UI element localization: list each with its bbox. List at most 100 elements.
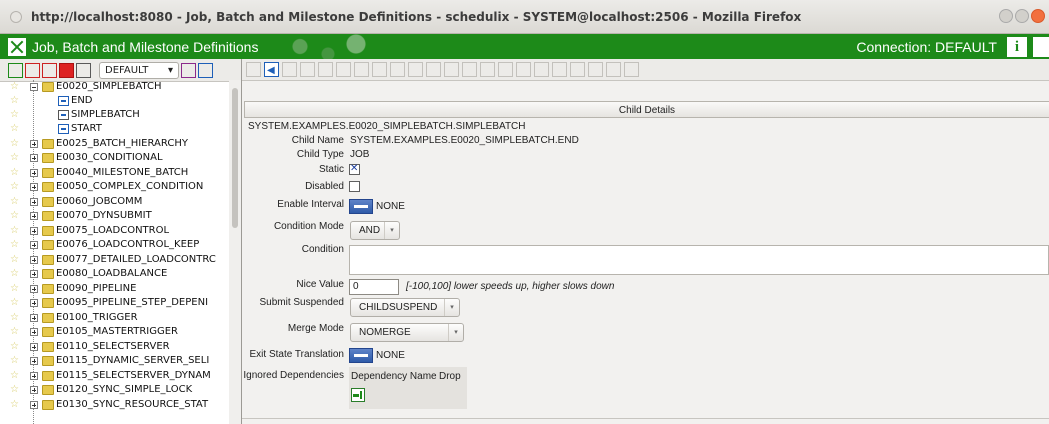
expand-icon[interactable] — [30, 227, 38, 235]
expand-icon[interactable] — [30, 343, 38, 351]
expand-icon[interactable] — [30, 198, 38, 206]
merge-mode-select[interactable]: NOMERGE ▾ — [350, 323, 464, 342]
edit-icon[interactable] — [570, 62, 585, 77]
window-icon[interactable] — [606, 62, 621, 77]
table-icon[interactable] — [408, 62, 423, 77]
tree-item[interactable]: ☆ E0040_MILESTONE_BATCH — [0, 166, 229, 180]
expand-icon[interactable] — [30, 270, 38, 278]
expand-icon[interactable] — [30, 169, 38, 177]
tree-item[interactable]: ☆ E0025_BATCH_HIERARCHY — [0, 137, 229, 151]
lock-icon[interactable] — [59, 62, 74, 78]
static-checkbox[interactable] — [349, 163, 360, 175]
tree-item[interactable]: ☆ E0105_MASTERTRIGGER — [0, 325, 229, 339]
expand-icon[interactable] — [30, 314, 38, 322]
minimize-icon[interactable] — [999, 9, 1013, 23]
tree-item-label: E0115_DYNAMIC_SERVER_SELI — [56, 355, 210, 366]
tree-item[interactable]: ☆ START — [0, 122, 229, 136]
expand-icon[interactable] — [30, 212, 38, 220]
disabled-checkbox[interactable] — [349, 181, 360, 192]
close-icon[interactable] — [1031, 9, 1045, 23]
tools-icon[interactable] — [588, 62, 603, 77]
log-icon[interactable] — [552, 62, 567, 77]
save-icon[interactable] — [246, 62, 261, 77]
tree-item[interactable]: ☆ E0100_TRIGGER — [0, 311, 229, 325]
expand-icon[interactable] — [30, 328, 38, 336]
child-type-label: Child Type — [296, 149, 344, 160]
tree-item[interactable]: ☆ E0120_SYNC_SIMPLE_LOCK — [0, 383, 229, 397]
help-icon[interactable] — [1033, 37, 1049, 57]
tree-item[interactable]: ☆ E0077_DETAILED_LOADCONTRC — [0, 253, 229, 267]
star-icon: ☆ — [10, 370, 19, 381]
cut-icon[interactable] — [444, 62, 459, 77]
up-icon[interactable] — [282, 62, 297, 77]
refresh-icon[interactable] — [8, 62, 23, 78]
exit-state-select-icon[interactable] — [349, 348, 373, 363]
tree-item-label: START — [71, 123, 102, 134]
tree-item[interactable]: ☆ E0115_DYNAMIC_SERVER_SELI — [0, 354, 229, 368]
expand-icon[interactable] — [30, 401, 38, 409]
submit-suspended-select[interactable]: CHILDSUSPEND ▾ — [350, 298, 460, 317]
expand-icon[interactable] — [30, 299, 38, 307]
star-icon: ☆ — [10, 326, 19, 337]
tree-item[interactable]: ☆ E0060_JOBCOMM — [0, 195, 229, 209]
paste-icon[interactable] — [462, 62, 477, 77]
document-icon[interactable] — [198, 62, 213, 78]
help-icon[interactable] — [624, 62, 639, 77]
expand-icon[interactable] — [30, 241, 38, 249]
tree-pane: DEFAULT ▾ ☆ E0020_SIMPLEBATCH ☆ END ☆ SI… — [0, 59, 242, 424]
expand-icon[interactable] — [30, 256, 38, 264]
tree-item[interactable]: ☆ E0110_SELECTSERVER — [0, 340, 229, 354]
expand-icon[interactable] — [30, 140, 38, 148]
tree-item[interactable]: ☆ E0020_SIMPLEBATCH — [0, 80, 229, 94]
tree-item[interactable]: ☆ E0075_LOADCONTROL — [0, 224, 229, 238]
nice-value-input[interactable]: 0 — [349, 279, 399, 295]
condition-textarea[interactable] — [349, 245, 1049, 275]
new-folder-icon[interactable] — [25, 62, 40, 78]
tree-item[interactable]: ☆ END — [0, 94, 229, 108]
tree-item[interactable]: ☆ E0095_PIPELINE_STEP_DEPENI — [0, 296, 229, 310]
expand-icon[interactable] — [30, 285, 38, 293]
paste-child-icon[interactable] — [480, 62, 495, 77]
star-icon: ☆ — [10, 167, 19, 178]
parent-path: SYSTEM.EXAMPLES.E0020_SIMPLEBATCH.SIMPLE… — [248, 121, 526, 132]
new-icon[interactable] — [354, 62, 369, 77]
back-icon[interactable] — [264, 62, 279, 77]
expand-icon[interactable] — [30, 183, 38, 191]
search-icon[interactable] — [76, 62, 91, 78]
environment-select[interactable]: DEFAULT ▾ — [99, 61, 179, 79]
maximize-icon[interactable] — [1015, 9, 1029, 23]
tree-item[interactable]: ☆ E0130_SYNC_RESOURCE_STAT — [0, 398, 229, 412]
grid-icon[interactable] — [390, 62, 405, 77]
interval-select-icon[interactable] — [349, 199, 373, 214]
tree-item[interactable]: ☆ E0080_LOADBALANCE — [0, 267, 229, 281]
open-icon[interactable] — [516, 62, 531, 77]
nice-value-hint: [-100,100] lower speeds up, higher slows… — [406, 281, 615, 292]
tree-item[interactable]: ☆ E0050_COMPLEX_CONDITION — [0, 180, 229, 194]
tree-item[interactable]: ☆ E0090_PIPELINE — [0, 282, 229, 296]
download-icon[interactable] — [181, 62, 196, 78]
table-add-icon[interactable] — [426, 62, 441, 77]
copy-icon[interactable] — [318, 62, 333, 77]
tree-item[interactable]: ☆ E0030_CONDITIONAL — [0, 151, 229, 165]
collapse-icon[interactable] — [30, 83, 38, 91]
clipboard-icon[interactable] — [498, 62, 513, 77]
new-job-icon[interactable] — [42, 62, 57, 78]
tree-item[interactable]: ☆ E0076_LOADCONTROL_KEEP — [0, 238, 229, 252]
expand-icon[interactable] — [30, 154, 38, 162]
chart-icon[interactable] — [534, 62, 549, 77]
expand-icon[interactable] — [30, 386, 38, 394]
download-icon[interactable] — [300, 62, 315, 77]
tree-item[interactable]: ☆ SIMPLEBATCH — [0, 108, 229, 122]
connection-label: Connection: DEFAULT — [856, 38, 997, 55]
info-icon[interactable]: i — [1007, 37, 1027, 57]
condition-mode-select[interactable]: AND ▾ — [350, 221, 400, 240]
submit-icon[interactable] — [372, 62, 387, 77]
expand-icon[interactable] — [30, 372, 38, 380]
window-menu-icon[interactable] — [10, 10, 22, 23]
scrollbar-thumb[interactable] — [232, 88, 238, 228]
tree-item[interactable]: ☆ E0070_DYNSUBMIT — [0, 209, 229, 223]
expand-icon[interactable] — [30, 357, 38, 365]
tree-item[interactable]: ☆ E0115_SELECTSERVER_DYNAM — [0, 369, 229, 383]
add-dependency-icon[interactable] — [351, 388, 365, 402]
delete-icon[interactable] — [336, 62, 351, 77]
